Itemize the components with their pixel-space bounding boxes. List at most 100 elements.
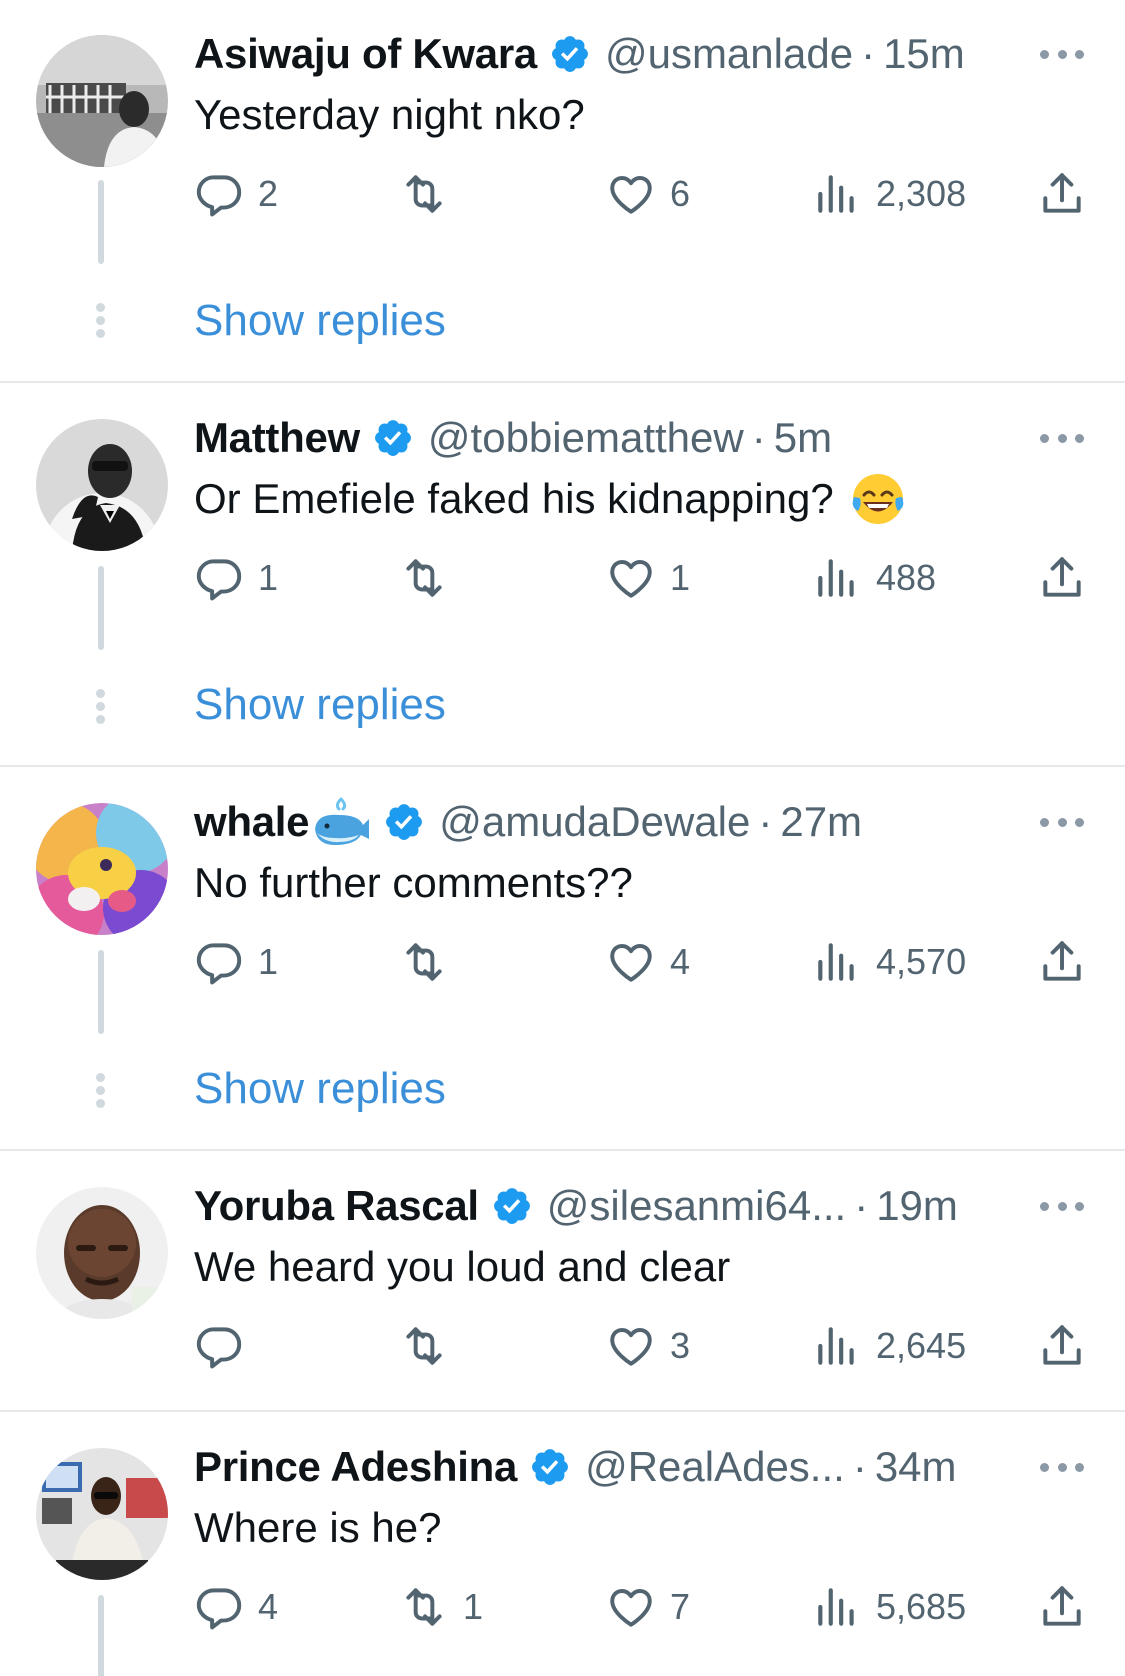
show-replies-link[interactable]: Show replies: [194, 296, 446, 346]
reply-button[interactable]: 1: [194, 932, 278, 992]
avatar[interactable]: [36, 803, 168, 935]
share-icon: [1043, 1325, 1081, 1365]
share-button[interactable]: [1037, 1316, 1087, 1376]
views-chart-icon: [818, 559, 854, 597]
like-count: 1: [670, 557, 691, 598]
tweet-header: Yoruba Rascal @silesanmi64... · 19m: [194, 1178, 1005, 1234]
reply-button[interactable]: 1: [194, 548, 278, 608]
tweet-text-content: Or Emefiele faked his kidnapping?: [194, 475, 834, 522]
show-replies-link[interactable]: Show replies: [194, 680, 446, 730]
retweet-icon: [406, 943, 442, 981]
spouting-whale-emoji: [311, 795, 371, 849]
view-count: 488: [876, 557, 937, 598]
verified-badge-icon: [491, 1185, 533, 1227]
separator: ·: [751, 414, 766, 461]
views-button[interactable]: 488: [812, 548, 936, 608]
display-name[interactable]: whale: [194, 798, 310, 846]
share-icon: [1043, 941, 1081, 981]
tweet[interactable]: Prince Adeshina @RealAdes... · 34m Where…: [0, 1413, 1125, 1676]
show-replies-link[interactable]: Show replies: [194, 1064, 446, 1114]
handle[interactable]: @usmanlade: [605, 30, 853, 78]
share-icon: [1043, 1586, 1081, 1626]
more-options-icon[interactable]: [1040, 48, 1084, 60]
share-button[interactable]: [1037, 164, 1087, 224]
retweet-button[interactable]: [399, 932, 463, 992]
more-options-icon[interactable]: [1040, 816, 1084, 828]
views-chart-icon: [818, 1327, 854, 1365]
view-count: 4,570: [876, 941, 967, 982]
reply-button[interactable]: [194, 1316, 258, 1376]
heart-icon: [610, 1588, 652, 1627]
share-icon: [1043, 557, 1081, 597]
handle[interactable]: @RealAdes...: [585, 1443, 845, 1491]
thread-more-dots: [96, 689, 106, 728]
views-button[interactable]: 4,570: [812, 932, 966, 992]
handle[interactable]: @amudaDewale: [439, 798, 750, 846]
retweet-icon: [406, 1588, 442, 1626]
replies-feed: Asiwaju of Kwara @usmanlade · 15m Yester…: [0, 0, 1125, 1676]
avatar[interactable]: [36, 419, 168, 551]
tweet-text-content: Yesterday night nko?: [194, 91, 585, 138]
views-button[interactable]: 2,645: [812, 1316, 966, 1376]
like-button[interactable]: 4: [606, 932, 690, 992]
share-button[interactable]: [1037, 1577, 1087, 1637]
face-with-tears-of-joy-emoji: [850, 471, 906, 527]
more-options-icon[interactable]: [1040, 1461, 1084, 1473]
retweet-button[interactable]: [399, 164, 463, 224]
reply-button[interactable]: 4: [194, 1577, 278, 1637]
tweet-header: whale @amudaDewale · 27m: [194, 794, 1005, 850]
timestamp[interactable]: 15m: [883, 30, 965, 78]
retweet-button[interactable]: 1: [399, 1577, 483, 1637]
avatar[interactable]: [36, 1448, 168, 1580]
reply-icon: [196, 1588, 242, 1630]
views-button[interactable]: 5,685: [812, 1577, 966, 1637]
like-button[interactable]: 1: [606, 548, 690, 608]
retweet-button[interactable]: [399, 1316, 463, 1376]
like-button[interactable]: 7: [606, 1577, 690, 1637]
divider: [0, 381, 1125, 383]
heart-icon: [610, 943, 652, 982]
like-count: 3: [670, 1325, 691, 1366]
tweet-text: Yesterday night nko?: [194, 86, 1085, 144]
share-button[interactable]: [1037, 548, 1087, 608]
handle[interactable]: @tobbiematthew: [428, 414, 744, 462]
retweet-icon: [406, 1327, 442, 1365]
views-chart-icon: [818, 943, 854, 981]
tweet[interactable]: Yoruba Rascal @silesanmi64... · 19m We h…: [0, 1152, 1125, 1410]
reply-icon: [196, 175, 242, 217]
views-button[interactable]: 2,308: [812, 164, 966, 224]
timestamp[interactable]: 5m: [774, 414, 832, 462]
reply-count: 4: [258, 1586, 279, 1627]
like-button[interactable]: 3: [606, 1316, 690, 1376]
avatar[interactable]: [36, 35, 168, 167]
display-name[interactable]: Matthew: [194, 414, 360, 462]
tweet[interactable]: Asiwaju of Kwara @usmanlade · 15m Yester…: [0, 0, 1125, 382]
tweet[interactable]: whale @amudaDewale · 27m No further comm…: [0, 768, 1125, 1150]
display-name[interactable]: Yoruba Rascal: [194, 1182, 479, 1230]
tweet-actions: 3 2,645: [0, 1316, 1125, 1376]
handle[interactable]: @silesanmi64...: [547, 1182, 846, 1230]
tweet-header: Asiwaju of Kwara @usmanlade · 15m: [194, 26, 1005, 82]
reply-count: 1: [258, 557, 279, 598]
tweet-text-content: No further comments??: [194, 859, 633, 906]
reply-button[interactable]: 2: [194, 164, 278, 224]
tweet[interactable]: Matthew @tobbiematthew · 5m Or Emefiele …: [0, 384, 1125, 766]
share-button[interactable]: [1037, 932, 1087, 992]
tweet-text-content: Where is he?: [194, 1504, 442, 1551]
tweet-text: Or Emefiele faked his kidnapping?: [194, 470, 1085, 528]
retweet-icon: [406, 559, 442, 597]
like-button[interactable]: 6: [606, 164, 690, 224]
more-options-icon[interactable]: [1040, 432, 1084, 444]
retweet-button[interactable]: [399, 548, 463, 608]
tweet-actions: 4 1 7 5,685: [0, 1577, 1125, 1637]
timestamp[interactable]: 27m: [780, 798, 862, 846]
display-name[interactable]: Asiwaju of Kwara: [194, 30, 537, 78]
display-name[interactable]: Prince Adeshina: [194, 1443, 517, 1491]
timestamp[interactable]: 19m: [876, 1182, 958, 1230]
view-count: 2,308: [876, 173, 967, 214]
tweet-text: We heard you loud and clear: [194, 1238, 1085, 1296]
verified-badge-icon: [529, 1446, 571, 1488]
more-options-icon[interactable]: [1040, 1200, 1084, 1212]
avatar[interactable]: [36, 1187, 168, 1319]
timestamp[interactable]: 34m: [875, 1443, 957, 1491]
